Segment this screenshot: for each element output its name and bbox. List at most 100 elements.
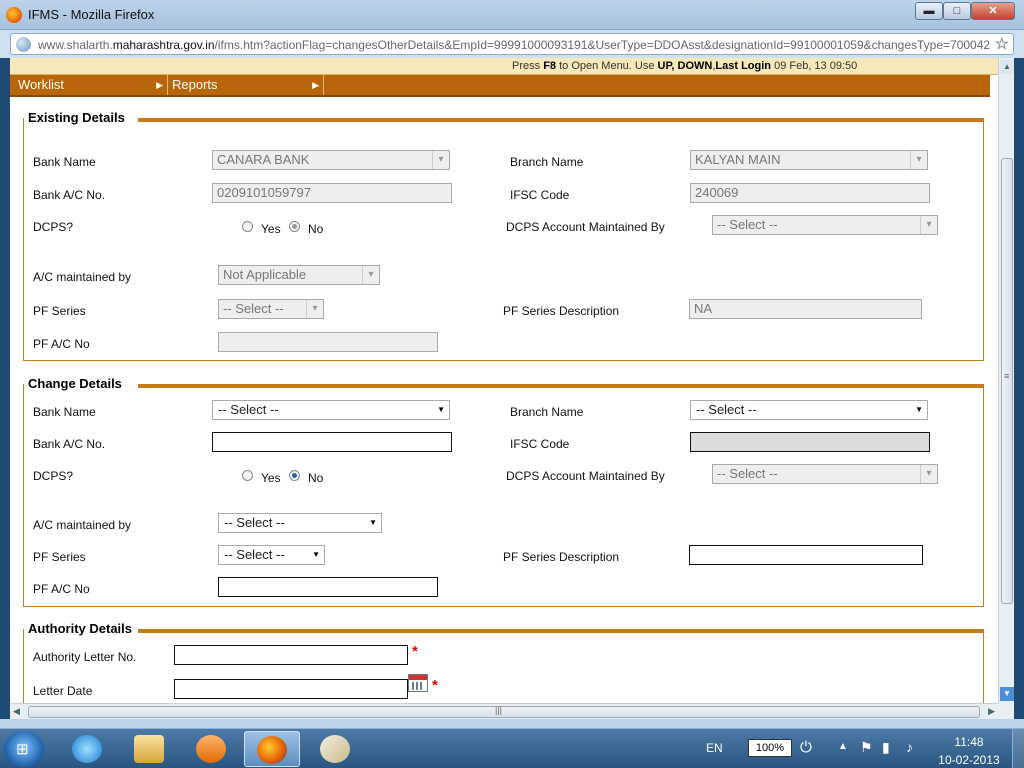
existing-bank-ac-field: 0209101059797 <box>212 183 452 203</box>
dcps-label: DCPS? <box>33 220 74 234</box>
pf-series-label: PF Series <box>33 304 86 318</box>
navigation-bar: www.shalarth.maharashtra.gov.in/ifms.htm… <box>0 30 1024 58</box>
scroll-thumb[interactable]: ||| <box>28 705 980 718</box>
pf-series-select[interactable]: -- Select -- <box>218 545 325 565</box>
authority-letter-no-label: Authority Letter No. <box>33 650 137 664</box>
section-title: Existing Details <box>26 110 127 125</box>
ifsc-input <box>690 432 930 452</box>
existing-dcps-no-radio <box>289 221 300 232</box>
globe-icon <box>16 37 31 52</box>
existing-branch-name-select: KALYAN MAIN <box>690 150 928 170</box>
existing-ifsc-field: 240069 <box>690 183 930 203</box>
taskbar: ⊞ EN 100% ⏻ ▲ ⚑ ▮ ♪ 11:48 10-02-2013 <box>0 728 1024 768</box>
bank-name-label: Bank Name <box>33 405 96 419</box>
letter-date-label: Letter Date <box>33 684 93 698</box>
section-title: Change Details <box>26 376 124 391</box>
scroll-right-icon[interactable]: ▶ <box>988 706 995 717</box>
vertical-scrollbar[interactable]: ▲ ≡ ▼ <box>998 58 1014 703</box>
existing-dcps-maintained-select: -- Select -- <box>712 215 938 235</box>
status-bar <box>0 719 1024 728</box>
tray-expand-icon[interactable]: ▲ <box>838 741 848 768</box>
bookmark-star-icon[interactable]: ☆ <box>995 34 1009 54</box>
bank-ac-label: Bank A/C No. <box>33 437 106 451</box>
firefox-taskbar-icon[interactable] <box>244 731 300 767</box>
bank-ac-label: Bank A/C No. <box>33 188 106 202</box>
horizontal-scrollbar[interactable]: ◀ ||| ▶ <box>10 703 998 719</box>
minimize-button[interactable]: ▬ <box>915 2 943 20</box>
dcps-yes-radio[interactable] <box>242 470 253 481</box>
banner-message: Press F8 to Open Menu. Use UP, DOWN,Last… <box>512 60 858 72</box>
flag-icon[interactable]: ⚑ <box>860 739 873 768</box>
window-title: IFMS - Mozilla Firefox <box>28 7 155 22</box>
bank-name-label: Bank Name <box>33 155 96 169</box>
required-mark: * <box>432 677 438 694</box>
yes-label: Yes <box>261 222 281 236</box>
existing-details-section: Existing Details Bank Name CANARA BANK B… <box>23 110 984 361</box>
arrow-right-icon: ▶ <box>312 80 319 90</box>
volume-icon[interactable]: ♪ <box>906 739 913 768</box>
battery-indicator[interactable]: 100% <box>748 739 792 757</box>
media-player-icon[interactable] <box>184 731 240 767</box>
pf-series-desc-label: PF Series Description <box>503 304 620 318</box>
dcps-maintained-label: DCPS Account Maintained By <box>506 469 665 483</box>
existing-bank-name-select: CANARA BANK <box>212 150 450 170</box>
paint-icon[interactable] <box>308 731 364 767</box>
authority-details-section: Authority Details Authority Letter No. *… <box>23 621 984 703</box>
dcps-label: DCPS? <box>33 469 74 483</box>
scroll-up-icon[interactable]: ▲ <box>1000 60 1014 74</box>
firefox-icon <box>6 7 22 23</box>
dcps-maintained-select: -- Select -- <box>712 464 938 484</box>
show-desktop-button[interactable] <box>1012 729 1024 768</box>
letter-date-input[interactable] <box>174 679 408 699</box>
calendar-icon[interactable] <box>408 674 428 692</box>
required-mark: * <box>412 643 418 660</box>
authority-letter-no-input[interactable] <box>174 645 408 665</box>
pf-series-label: PF Series <box>33 550 86 564</box>
close-button[interactable]: ✕ <box>971 2 1015 20</box>
existing-ac-maintained-select: Not Applicable <box>218 265 380 285</box>
existing-pf-series-desc-field: NA <box>689 299 922 319</box>
menu-item-worklist[interactable]: Worklist ▶ <box>12 75 168 95</box>
ac-maintained-select[interactable]: -- Select -- <box>218 513 382 533</box>
address-text[interactable]: www.shalarth.maharashtra.gov.in/ifms.htm… <box>38 38 990 52</box>
clock[interactable]: 11:48 10-02-2013 <box>934 735 1004 767</box>
menu-bar: Worklist ▶ Reports ▶ <box>10 75 990 97</box>
dcps-no-radio[interactable] <box>289 470 300 481</box>
page-content: Press F8 to Open Menu. Use UP, DOWN,Last… <box>10 58 998 703</box>
ac-maintained-label: A/C maintained by <box>33 518 132 532</box>
pf-ac-label: PF A/C No <box>33 337 90 351</box>
pf-series-desc-label: PF Series Description <box>503 550 620 564</box>
branch-name-select[interactable]: -- Select -- <box>690 400 928 420</box>
branch-name-label: Branch Name <box>510 405 584 419</box>
arrow-right-icon: ▶ <box>156 80 163 90</box>
maximize-button[interactable]: □ <box>943 2 971 20</box>
info-banner: Press F8 to Open Menu. Use UP, DOWN,Last… <box>10 58 998 75</box>
windows-start-icon[interactable]: ⊞ <box>4 731 44 767</box>
change-details-section: Change Details Bank Name -- Select -- Br… <box>23 376 984 607</box>
ifsc-label: IFSC Code <box>510 188 570 202</box>
explorer-icon[interactable] <box>122 731 178 767</box>
scroll-left-icon[interactable]: ◀ <box>13 706 20 717</box>
dcps-maintained-label: DCPS Account Maintained By <box>506 220 665 234</box>
ie-icon[interactable] <box>60 731 116 767</box>
power-icon[interactable]: ⏻ <box>800 739 812 768</box>
section-title: Authority Details <box>26 621 135 636</box>
ac-maintained-label: A/C maintained by <box>33 270 132 284</box>
window-titlebar: IFMS - Mozilla Firefox ▬ □ ✕ <box>0 0 1024 30</box>
pf-ac-label: PF A/C No <box>33 582 90 596</box>
yes-label: Yes <box>261 471 281 485</box>
menu-item-reports[interactable]: Reports ▶ <box>166 75 324 95</box>
address-bar[interactable]: www.shalarth.maharashtra.gov.in/ifms.htm… <box>10 33 1014 55</box>
scroll-thumb[interactable]: ≡ <box>1001 158 1013 604</box>
bank-ac-input[interactable] <box>212 432 452 452</box>
existing-pf-ac-field <box>218 332 438 352</box>
bank-name-select[interactable]: -- Select -- <box>212 400 450 420</box>
battery-tray-icon[interactable]: ▮ <box>882 739 890 768</box>
language-indicator[interactable]: EN <box>706 741 723 768</box>
existing-dcps-yes-radio <box>242 221 253 232</box>
pf-ac-input[interactable] <box>218 577 438 597</box>
scroll-down-icon[interactable]: ▼ <box>1000 687 1014 701</box>
pf-series-desc-input[interactable] <box>689 545 923 565</box>
ifsc-label: IFSC Code <box>510 437 570 451</box>
branch-name-label: Branch Name <box>510 155 584 169</box>
